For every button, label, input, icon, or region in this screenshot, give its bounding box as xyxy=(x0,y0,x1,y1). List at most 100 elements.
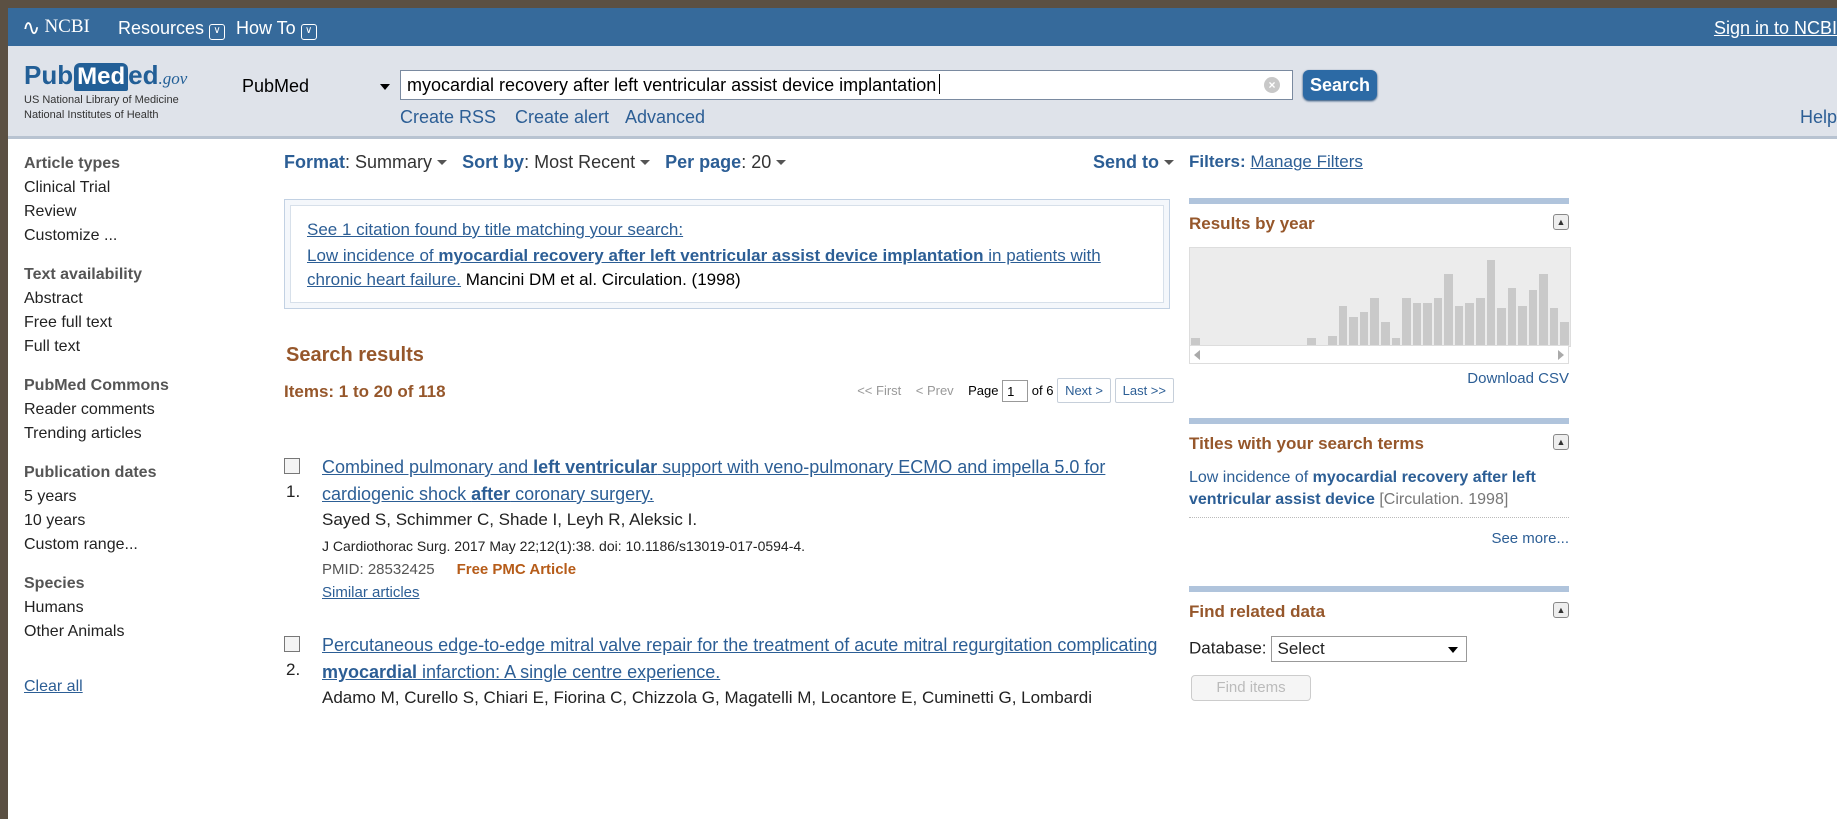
next-page-button[interactable]: Next > xyxy=(1057,378,1111,403)
results-by-year-panel: Results by year ▲ Download CSV xyxy=(1189,198,1571,400)
year-bar[interactable] xyxy=(1465,303,1474,346)
filter-free-full-text[interactable]: Free full text xyxy=(24,311,224,335)
see-more-link[interactable]: See more... xyxy=(1491,530,1569,547)
database-value: PubMed xyxy=(242,76,310,96)
first-page-link[interactable]: << First xyxy=(857,383,901,398)
how-to-menu[interactable]: How To ∨ xyxy=(236,18,317,40)
scroll-right-icon[interactable] xyxy=(1558,350,1564,360)
free-pmc-badge[interactable]: Free PMC Article xyxy=(457,561,576,578)
filter-5-years[interactable]: 5 years xyxy=(24,485,224,509)
dropdown-arrow-icon xyxy=(437,160,448,165)
filter-10-years[interactable]: 10 years xyxy=(24,509,224,533)
year-bar[interactable] xyxy=(1349,317,1358,346)
create-alert-link[interactable]: Create alert xyxy=(515,107,609,128)
per-page-dropdown[interactable]: Per page: 20 xyxy=(665,152,796,172)
filter-custom-range[interactable]: Custom range... xyxy=(24,533,224,557)
year-bar[interactable] xyxy=(1381,322,1390,346)
per-page-label: Per page xyxy=(665,152,742,172)
collapse-icon[interactable]: ▲ xyxy=(1553,214,1569,230)
result-authors: Sayed S, Schimmer C, Shade I, Leyh R, Al… xyxy=(322,510,698,529)
filter-sidebar: Article types Clinical Trial Review Cust… xyxy=(24,152,224,695)
scroll-left-icon[interactable] xyxy=(1194,350,1200,360)
titles-entry-pre: Low incidence of xyxy=(1189,469,1313,486)
filter-group-article-types: Article types Clinical Trial Review Cust… xyxy=(24,152,224,248)
clear-search-icon[interactable]: × xyxy=(1264,77,1280,93)
manage-filters-link[interactable]: Manage Filters xyxy=(1250,152,1362,171)
year-bar[interactable] xyxy=(1476,298,1485,346)
citation-inner: See 1 citation found by title matching y… xyxy=(290,205,1164,303)
year-bar[interactable] xyxy=(1486,260,1496,346)
page-number-input[interactable]: 1 xyxy=(1002,379,1029,402)
result-checkbox[interactable] xyxy=(284,636,300,652)
logo-line-1: US National Library of Medicine xyxy=(24,94,179,106)
year-bar[interactable] xyxy=(1549,308,1559,346)
result-checkbox[interactable] xyxy=(284,458,300,474)
collapse-icon[interactable]: ▲ xyxy=(1553,602,1569,618)
dropdown-arrow-icon xyxy=(776,160,787,165)
year-bar[interactable] xyxy=(1454,306,1464,346)
title-part: infarction: A single centre experience. xyxy=(417,662,721,682)
create-rss-link[interactable]: Create RSS xyxy=(400,107,496,128)
text-caret xyxy=(939,74,941,94)
logo-subtitle: US National Library of Medicine National … xyxy=(24,93,187,123)
ncbi-logo[interactable]: ∿ NCBI xyxy=(22,16,90,41)
year-bar[interactable] xyxy=(1433,298,1443,346)
prev-page-link[interactable]: < Prev xyxy=(916,383,954,398)
chevron-down-icon: ∨ xyxy=(209,24,226,40)
search-button[interactable]: Search xyxy=(1303,70,1377,100)
filter-trending-articles[interactable]: Trending articles xyxy=(24,422,224,446)
search-input[interactable]: myocardial recovery after left ventricul… xyxy=(400,70,1293,100)
resources-menu[interactable]: Resources ∨ xyxy=(118,18,226,40)
collapse-icon[interactable]: ▲ xyxy=(1553,434,1569,450)
result-number: 2. xyxy=(286,660,301,679)
titles-panel-entry[interactable]: Low incidence of myocardial recovery aft… xyxy=(1189,467,1569,511)
filter-reader-comments[interactable]: Reader comments xyxy=(24,398,224,422)
year-bar[interactable] xyxy=(1528,290,1538,346)
items-count: Items: 1 to 20 of 118 xyxy=(284,382,446,401)
help-link[interactable]: Help xyxy=(1800,107,1837,128)
filter-review[interactable]: Review xyxy=(24,200,224,224)
resources-label: Resources xyxy=(118,18,205,38)
chart-scrollbar[interactable] xyxy=(1189,345,1569,364)
format-dropdown[interactable]: Format: Summary xyxy=(284,152,457,172)
filter-clinical-trial[interactable]: Clinical Trial xyxy=(24,176,224,200)
pubmed-logo[interactable]: Pub Med ed.gov US National Library of Medi… xyxy=(24,60,187,123)
advanced-search-link[interactable]: Advanced xyxy=(625,107,705,128)
year-bar[interactable] xyxy=(1444,274,1453,346)
year-bar[interactable] xyxy=(1560,322,1569,346)
result-title-link[interactable]: Combined pulmonary and left ventricular … xyxy=(322,454,1172,508)
year-bar[interactable] xyxy=(1507,288,1517,346)
sort-dropdown[interactable]: Sort by: Most Recent xyxy=(462,152,660,172)
year-bar[interactable] xyxy=(1402,298,1411,346)
title-part-highlight: left ventricular xyxy=(533,457,658,477)
sort-label: Sort by xyxy=(462,152,525,172)
year-bar[interactable] xyxy=(1518,306,1527,346)
result-title-link[interactable]: Percutaneous edge-to-edge mitral valve r… xyxy=(322,632,1172,686)
year-bar[interactable] xyxy=(1423,303,1432,346)
filter-other-animals[interactable]: Other Animals xyxy=(24,620,224,644)
clear-all-filters-link[interactable]: Clear all xyxy=(24,678,83,696)
similar-articles-link[interactable]: Similar articles xyxy=(322,584,420,601)
citation-match-link[interactable]: See 1 citation found by title matching y… xyxy=(307,220,683,240)
download-csv-link[interactable]: Download CSV xyxy=(1467,370,1569,387)
related-database-select[interactable]: Select xyxy=(1270,636,1467,662)
sign-in-link[interactable]: Sign in to NCBI xyxy=(1714,18,1837,39)
year-bar[interactable] xyxy=(1370,298,1379,346)
last-page-button[interactable]: Last >> xyxy=(1114,378,1174,403)
year-bar[interactable] xyxy=(1338,306,1348,346)
database-select[interactable]: PubMed xyxy=(236,72,396,100)
filter-humans[interactable]: Humans xyxy=(24,596,224,620)
dropdown-arrow-icon xyxy=(640,160,651,165)
dna-helix-icon: ∿ xyxy=(22,16,41,41)
year-bar[interactable] xyxy=(1539,274,1548,346)
year-bar[interactable] xyxy=(1497,308,1506,346)
results-by-year-chart[interactable] xyxy=(1189,247,1571,347)
year-bar[interactable] xyxy=(1359,312,1369,346)
filter-abstract[interactable]: Abstract xyxy=(24,287,224,311)
find-items-button[interactable]: Find items xyxy=(1191,675,1311,701)
filter-full-text[interactable]: Full text xyxy=(24,335,224,359)
year-bar[interactable] xyxy=(1412,303,1422,346)
send-to-dropdown[interactable]: Send to xyxy=(1093,152,1174,173)
logo-line-2: National Institutes of Health xyxy=(24,109,159,121)
filter-customize-article-types[interactable]: Customize ... xyxy=(24,224,224,248)
